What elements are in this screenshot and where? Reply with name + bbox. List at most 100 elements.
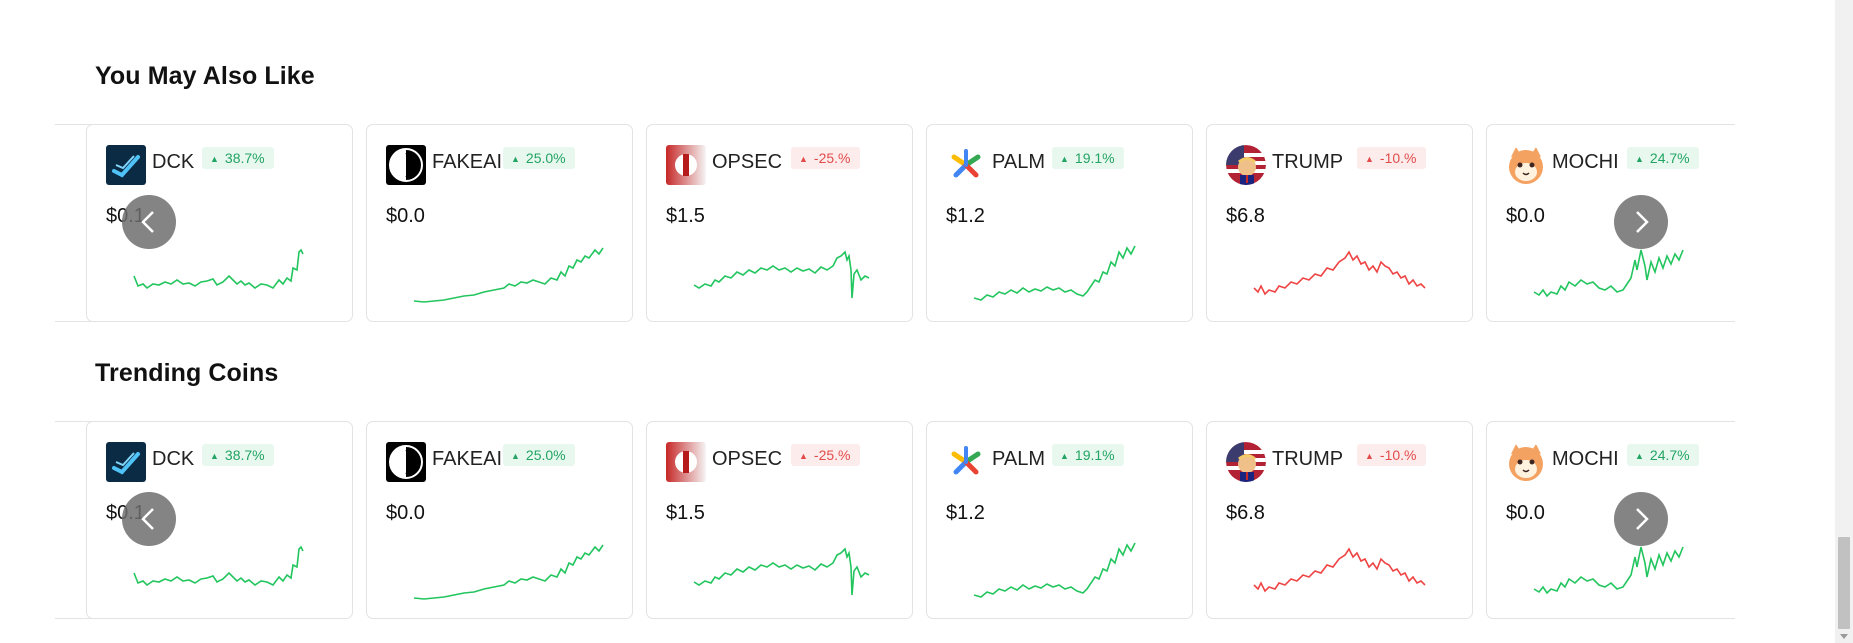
trump-logo-icon	[1226, 145, 1266, 185]
coin-card[interactable]: TRUMP ▲ -10.% $6.8	[1206, 124, 1473, 322]
mochi-logo-icon	[1506, 145, 1546, 185]
coin-price: $6.8	[1226, 502, 1265, 524]
coin-card[interactable]: MOCHI ▲ 24.7% $0.0	[1486, 124, 1735, 322]
trump-logo-icon	[1226, 442, 1266, 482]
scroll-down-arrow-icon[interactable]	[1840, 634, 1848, 639]
coin-price: $1.2	[946, 205, 985, 227]
triangle-up-icon: ▲	[799, 451, 808, 461]
coin-price: $0.0	[1506, 502, 1545, 524]
triangle-up-icon: ▲	[511, 451, 520, 461]
sparkline-chart	[1253, 547, 1426, 593]
coin-symbol: FAKEAI	[432, 151, 503, 173]
opsec-logo-icon	[666, 145, 706, 185]
sparkline-chart	[413, 544, 604, 600]
fakeai-logo-icon	[386, 442, 426, 482]
change-badge: ▲ 25.0%	[503, 444, 575, 466]
sparkline-line	[1253, 250, 1426, 296]
page-scrollbar[interactable]	[1835, 0, 1853, 643]
triangle-up-icon: ▲	[799, 154, 808, 164]
sparkline-line	[133, 545, 304, 587]
fakeai-logo-icon	[386, 145, 426, 185]
carousel-prev-button[interactable]	[122, 195, 176, 249]
triangle-up-icon: ▲	[1365, 154, 1374, 164]
coin-card[interactable]: MOCHI ▲ 24.7% $0.0	[1486, 421, 1735, 619]
triangle-up-icon: ▲	[1635, 451, 1644, 461]
coin-price: $0.0	[1506, 205, 1545, 227]
sparkline-line	[1533, 249, 1684, 298]
sparkline-chart	[1533, 249, 1684, 298]
coin-card[interactable]: TRUMP ▲ -10.% $6.8	[1206, 421, 1473, 619]
sparkline-line	[413, 247, 604, 303]
chevron-right-icon	[1636, 211, 1649, 233]
coin-symbol: OPSEC	[712, 448, 783, 470]
chevron-left-icon	[141, 211, 154, 233]
coin-price: $0.0	[386, 205, 425, 227]
coin-card[interactable]: OPSEC ▲ -25.% $1.5	[646, 421, 913, 619]
change-badge: ▲ -25.%	[791, 147, 860, 169]
sparkline-line	[973, 542, 1136, 598]
sparkline-line	[1253, 547, 1426, 593]
coin-price: $6.8	[1226, 205, 1265, 227]
sparkline-line	[973, 245, 1136, 301]
coin-price: $0.0	[386, 502, 425, 524]
sparkline-chart	[973, 542, 1136, 598]
change-badge: ▲ -10.%	[1357, 444, 1426, 466]
sparkline-chart	[973, 245, 1136, 301]
triangle-up-icon: ▲	[1060, 154, 1069, 164]
coin-card[interactable]: PALM ▲ 19.1% $1.2	[926, 421, 1193, 619]
sparkline-line	[693, 547, 870, 596]
coin-symbol: TRUMP	[1272, 151, 1344, 173]
coin-card[interactable]: OPSEC ▲ -25.% $1.5	[646, 124, 913, 322]
coin-symbol: OPSEC	[712, 151, 783, 173]
triangle-up-icon: ▲	[210, 154, 219, 164]
section-title: Trending Coins	[95, 359, 279, 387]
coin-price: $1.5	[666, 502, 705, 524]
sparkline-chart	[693, 250, 870, 299]
you-may-also-like-section: You May Also Like DCK ▲38.7% $0.1 FAKEAI…	[0, 0, 1835, 330]
mochi-logo-icon	[1506, 442, 1546, 482]
coin-symbol: DCK	[152, 151, 195, 173]
triangle-up-icon: ▲	[511, 154, 520, 164]
sparkline-line	[133, 248, 304, 290]
sparkline-line	[693, 250, 870, 299]
change-badge: ▲ 19.1%	[1052, 147, 1124, 169]
change-badge: ▲ 24.7%	[1627, 444, 1699, 466]
carousel-prev-button[interactable]	[122, 492, 176, 546]
triangle-up-icon: ▲	[1635, 154, 1644, 164]
chevron-left-icon	[141, 508, 154, 530]
coin-card[interactable]: FAKEAI ▲ 25.0% $0.0	[366, 421, 633, 619]
coin-symbol: TRUMP	[1272, 448, 1344, 470]
coin-symbol: MOCHI	[1552, 151, 1619, 173]
sparkline-chart	[693, 547, 870, 596]
sparkline-chart	[413, 247, 604, 303]
carousel-next-button[interactable]	[1614, 492, 1668, 546]
carousel-next-button[interactable]	[1614, 195, 1668, 249]
sparkline-line	[413, 544, 604, 600]
dck-logo-icon	[106, 442, 146, 482]
coin-price: $1.2	[946, 502, 985, 524]
change-badge: ▲ 38.7%	[202, 444, 274, 466]
coin-card[interactable]: PALM ▲ 19.1% $1.2	[926, 124, 1193, 322]
triangle-up-icon: ▲	[1365, 451, 1374, 461]
change-badge: ▲ 38.7%	[202, 147, 274, 169]
coin-carousel: DCK ▲38.7% $0.1 FAKEAI ▲25.0% $0.0 OPSEC…	[55, 421, 1735, 623]
change-badge: ▲ -10.%	[1357, 147, 1426, 169]
coin-card[interactable]: FAKEAI ▲ 25.0% $0.0	[366, 124, 633, 322]
triangle-up-icon: ▲	[210, 451, 219, 461]
coin-price: $1.5	[666, 205, 705, 227]
section-title: You May Also Like	[95, 62, 315, 90]
opsec-logo-icon	[666, 442, 706, 482]
trending-coins-section: Trending Coins DCK ▲38.7% $0.1 FAKEAI ▲2…	[0, 330, 1835, 643]
sparkline-chart	[133, 248, 304, 290]
change-badge: ▲ 24.7%	[1627, 147, 1699, 169]
change-badge: ▲ -25.%	[791, 444, 860, 466]
coin-carousel: DCK ▲38.7% $0.1 FAKEAI ▲25.0% $0.0 OPSEC…	[55, 124, 1735, 326]
coin-symbol: DCK	[152, 448, 195, 470]
sparkline-chart	[1253, 250, 1426, 296]
scrollbar-thumb[interactable]	[1838, 537, 1850, 629]
chevron-right-icon	[1636, 508, 1649, 530]
sparkline-chart	[1533, 546, 1684, 595]
change-badge: ▲ 25.0%	[503, 147, 575, 169]
dck-logo-icon	[106, 145, 146, 185]
coin-symbol: MOCHI	[1552, 448, 1619, 470]
